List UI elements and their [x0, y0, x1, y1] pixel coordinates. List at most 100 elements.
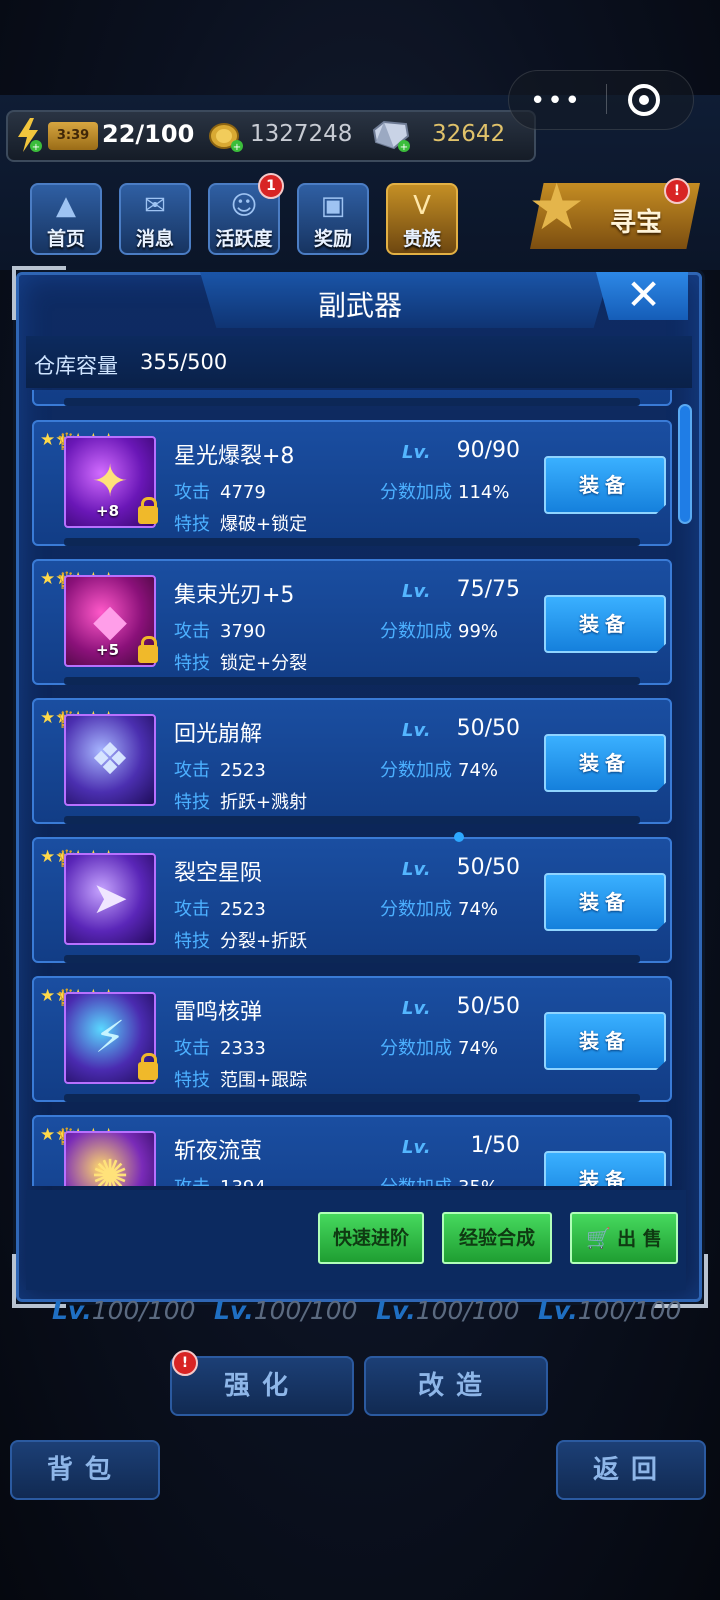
level-tag: Lv. — [402, 581, 431, 602]
weapon-name: 回光崩解 — [174, 722, 263, 747]
nav-message-button[interactable]: ✉ 消息 — [119, 183, 191, 255]
equip-button[interactable]: 装备 — [544, 595, 666, 653]
lock-icon[interactable] — [138, 1053, 158, 1080]
lock-icon[interactable] — [138, 636, 158, 663]
back-button[interactable]: 返回 — [556, 1440, 706, 1500]
bag-button[interactable]: 背包 — [10, 1440, 160, 1500]
skill-stat: 特技 分裂+折跃 — [174, 931, 308, 952]
level-value: 75/75 — [456, 577, 520, 602]
nav-home-label: 首页 — [46, 228, 85, 250]
sell-button[interactable]: 🛒 出 售 — [570, 1212, 678, 1264]
weapon-card[interactable]: ★★★★★ ♛ ◆ +5 集束光刃+5 Lv. 75/75 攻击3790 分数加… — [32, 559, 672, 685]
attack-stat: 攻击 2523 — [174, 899, 266, 920]
weapon-card[interactable]: ★★★★★ ♛ ➤ 裂空星陨 Lv. 50/50 攻击2523 分数加成74% … — [32, 837, 672, 963]
cart-icon: 🛒 — [586, 1226, 612, 1250]
nav-reward-label: 奖励 — [313, 228, 352, 250]
list-scrollbar[interactable] — [678, 404, 692, 524]
level-tag: Lv. — [402, 1137, 431, 1158]
attack-stat: 攻击 3790 — [174, 621, 266, 642]
level-tag: Lv. — [402, 998, 431, 1019]
home-icon: ▲ — [56, 191, 76, 221]
equip-button[interactable]: 装备 — [544, 734, 666, 792]
skill-stat: 特技 爆破+锁定 — [174, 514, 308, 535]
equip-button[interactable]: 装备 — [544, 456, 666, 514]
bg-level: Lv.100/100 — [52, 1296, 196, 1325]
level-value: 50/50 — [456, 716, 520, 741]
score-bonus: 分数加成35% — [380, 1173, 498, 1186]
coin-value: 1327248 — [250, 121, 353, 147]
close-miniprogram-icon[interactable] — [628, 84, 660, 116]
firefly-icon: ✺ — [91, 1151, 129, 1186]
bg-level: Lv.100/100 — [214, 1296, 358, 1325]
weapon-name: 集束光刃+5 — [174, 583, 295, 608]
lock-icon[interactable] — [138, 497, 158, 524]
capacity-row — [26, 336, 692, 388]
score-bonus: 分数加成 74% — [380, 1038, 499, 1059]
level-tag: Lv. — [402, 442, 431, 463]
svg-text:+: + — [233, 142, 241, 152]
missile-icon: ⚡ — [94, 1012, 126, 1063]
vip-icon: V — [413, 191, 431, 221]
close-icon[interactable]: ✕ — [626, 270, 661, 319]
weapon-thumbnail: ❖ — [64, 714, 156, 806]
exp-merge-button[interactable]: 经验合成 — [442, 1212, 552, 1264]
equip-button[interactable]: 装备 — [544, 1012, 666, 1070]
bg-level: Lv.100/100 — [376, 1296, 520, 1325]
attack-stat: 攻击 2333 — [174, 1038, 266, 1059]
quick-advance-button[interactable]: 快速进阶 — [318, 1212, 424, 1264]
capacity-value: 355/500 — [140, 350, 228, 374]
blade-icon: ◆ — [93, 595, 127, 646]
weapon-name: 星光爆裂+8 — [174, 444, 295, 469]
lightning-icon: + — [18, 118, 42, 152]
weapon-card[interactable]: ★★★★★ ♛ ❖ 回光崩解 Lv. 50/50 攻击2523 分数加成74% … — [32, 698, 672, 824]
coin-icon[interactable]: + — [208, 120, 244, 152]
weapon-card[interactable]: ★★★★★ ♛ ✺ 斩夜流萤 Lv. 1/50 攻击1394 分数加成35% 装… — [32, 1115, 672, 1186]
level-tag: Lv. — [402, 720, 431, 741]
modal-title: 副武器 — [317, 289, 402, 322]
weapon-list[interactable]: ★★★★★ ♛ ✦ +8 星光爆裂+8 Lv. 90/90 攻击4779 分数加… — [26, 390, 686, 1186]
message-icon: ✉ — [144, 191, 166, 221]
gem-icon[interactable]: + — [370, 120, 412, 152]
blaster-icon: ✦ — [91, 456, 129, 507]
nav-activity-label: 活跃度 — [215, 228, 273, 250]
level-value: 90/90 — [456, 438, 520, 463]
score-bonus: 分数加成 114% — [380, 482, 510, 503]
energy-timer: 3:39 — [48, 122, 98, 150]
score-bonus: 分数加成 99% — [380, 621, 499, 642]
equip-button[interactable]: 装备 — [544, 1151, 666, 1186]
activity-badge: 1 — [258, 173, 284, 199]
level-tag: Lv. — [402, 859, 431, 880]
weapon-card[interactable]: ★★★★★ ♛ ⚡ 雷鸣核弹 Lv. 50/50 攻击2333 分数加成74% … — [32, 976, 672, 1102]
nav-message-label: 消息 — [135, 228, 174, 250]
jet-star-icon: ★ — [528, 171, 586, 245]
weapon-thumbnail: ✺ — [64, 1131, 156, 1186]
bg-level: Lv.100/100 — [538, 1296, 682, 1325]
treasure-badge: ! — [664, 178, 690, 204]
weapon-thumbnail: ➤ — [64, 853, 156, 945]
svg-text:+: + — [32, 142, 40, 152]
enhance-level: +5 — [96, 641, 120, 659]
more-icon[interactable]: ••• — [530, 86, 582, 116]
equip-button[interactable]: 装备 — [544, 873, 666, 931]
modify-button[interactable]: 改造 — [364, 1356, 548, 1416]
gem-value: 32642 — [432, 121, 506, 147]
weapon-card[interactable]: ★★★★★ ♛ ✦ +8 星光爆裂+8 Lv. 90/90 攻击4779 分数加… — [32, 420, 672, 546]
weapon-name: 斩夜流萤 — [174, 1139, 263, 1164]
svg-text:+: + — [400, 142, 408, 152]
nav-home-button[interactable]: ▲ 首页 — [30, 183, 102, 255]
capacity-label: 仓库容量 — [34, 354, 118, 378]
attack-stat: 攻击1394 — [174, 1173, 266, 1186]
wing-icon: ❖ — [90, 734, 130, 785]
skill-stat: 特技 范围+跟踪 — [174, 1070, 308, 1091]
attack-stat: 攻击 2523 — [174, 760, 266, 781]
attack-stat: 攻击 4779 — [174, 482, 266, 503]
arrowhead-icon: ➤ — [91, 873, 129, 924]
skill-stat: 特技 折跃+溅射 — [174, 792, 308, 813]
capsule-divider — [606, 84, 607, 114]
weapon-name: 雷鸣核弹 — [174, 1000, 263, 1025]
nav-noble-button[interactable]: V 贵族 — [386, 183, 458, 255]
gift-icon: ▣ — [320, 191, 346, 221]
nav-noble-label: 贵族 — [402, 228, 441, 250]
nav-reward-button[interactable]: ▣ 奖励 — [297, 183, 369, 255]
score-bonus: 分数加成 74% — [380, 899, 499, 920]
